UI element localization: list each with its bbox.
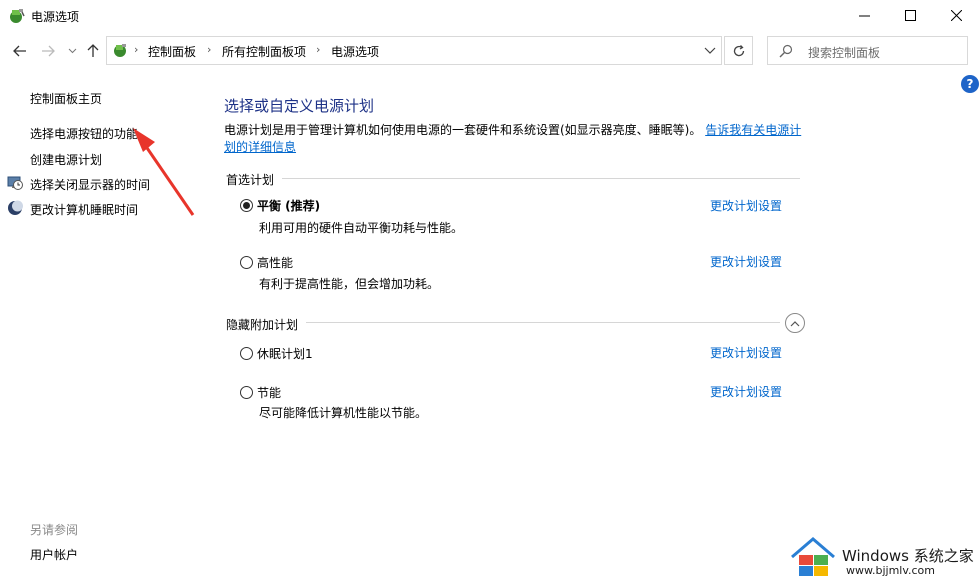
search-icon [779, 44, 793, 58]
sidebar-item-create-plan[interactable]: 创建电源计划 [30, 151, 102, 168]
breadcrumb-all-items[interactable]: 所有控制面板项 [222, 43, 306, 60]
plan-name-high-performance[interactable]: 高性能 [257, 254, 293, 271]
chevron-down-icon[interactable] [703, 45, 717, 57]
collapse-button[interactable] [785, 313, 805, 333]
arrow-right-icon [42, 45, 55, 57]
change-plan-settings-link[interactable]: 更改计划设置 [710, 383, 782, 400]
sidebar-item-power-button[interactable]: 选择电源按钮的功能 [30, 125, 138, 142]
minimize-button[interactable] [841, 0, 887, 31]
breadcrumb-separator: › [207, 43, 212, 56]
watermark-url: www.bjjmlv.com [846, 564, 935, 577]
breadcrumb-control-panel[interactable]: 控制面板 [148, 43, 196, 60]
address-bar[interactable]: › 控制面板 › 所有控制面板项 › 电源选项 [106, 36, 722, 65]
annotation-arrow-icon [133, 128, 195, 216]
section-divider [282, 178, 800, 179]
refresh-button[interactable] [724, 36, 753, 65]
help-button[interactable]: ? [961, 75, 979, 93]
intro-description: 电源计划是用于管理计算机如何使用电源的一套硬件和系统设置(如显示器亮度、睡眠等)… [224, 123, 702, 137]
moon-icon [8, 200, 23, 215]
plan-desc-balanced: 利用可用的硬件自动平衡功耗与性能。 [259, 221, 464, 235]
intro-text: 电源计划是用于管理计算机如何使用电源的一套硬件和系统设置(如显示器亮度、睡眠等)… [224, 122, 804, 156]
change-plan-settings-link[interactable]: 更改计划设置 [710, 197, 782, 214]
change-plan-settings-link[interactable]: 更改计划设置 [710, 344, 782, 361]
power-options-icon [10, 9, 25, 23]
chevron-down-icon [68, 48, 76, 54]
breadcrumb-separator: › [316, 43, 321, 56]
maximize-button[interactable] [887, 0, 933, 31]
monitor-clock-icon [7, 176, 23, 190]
arrow-left-icon [13, 45, 26, 57]
page-title: 选择或自定义电源计划 [224, 97, 375, 115]
up-button[interactable] [83, 41, 103, 61]
see-also-heading: 另请参阅 [30, 523, 79, 537]
minimize-icon [858, 15, 870, 17]
title-bar: 电源选项 [0, 0, 979, 32]
sidebar-home-link[interactable]: 控制面板主页 [30, 90, 102, 107]
watermark-logo-icon [791, 537, 835, 576]
close-icon [950, 10, 962, 21]
forward-button[interactable] [38, 41, 58, 61]
watermark-brand: Windows 系统之家 [842, 547, 974, 565]
back-button[interactable] [10, 41, 30, 61]
breadcrumb-separator: › [134, 43, 139, 56]
plan-radio-hibernate[interactable] [240, 347, 253, 360]
sidebar-item-sleep-time[interactable]: 更改计算机睡眠时间 [30, 201, 138, 218]
plan-name-hibernate[interactable]: 休眠计划1 [257, 345, 313, 362]
change-plan-settings-link[interactable]: 更改计划设置 [710, 253, 782, 270]
plan-radio-high-performance[interactable] [240, 256, 253, 269]
plan-radio-balanced[interactable] [240, 199, 253, 212]
plan-radio-power-saver[interactable] [240, 386, 253, 399]
plan-desc-power-saver: 尽可能降低计算机性能以节能。 [259, 406, 428, 420]
breadcrumb-power-options[interactable]: 电源选项 [331, 43, 379, 60]
preferred-plans-heading: 首选计划 [226, 173, 275, 187]
recent-locations-button[interactable] [62, 41, 82, 61]
search-box[interactable]: 搜索控制面板 [767, 36, 968, 65]
hidden-plans-heading: 隐藏附加计划 [226, 318, 299, 332]
search-placeholder: 搜索控制面板 [808, 46, 881, 60]
window-title: 电源选项 [31, 10, 80, 24]
control-panel-icon [114, 44, 126, 57]
refresh-icon [733, 44, 744, 56]
plan-desc-high-performance: 有利于提高性能，但会增加功耗。 [259, 277, 440, 291]
chevron-up-icon [790, 320, 800, 326]
plan-name-balanced[interactable]: 平衡 (推荐) [257, 197, 320, 214]
close-button[interactable] [933, 0, 979, 31]
sidebar-item-user-accounts[interactable]: 用户帐户 [30, 546, 78, 563]
plan-name-power-saver[interactable]: 节能 [257, 384, 281, 401]
maximize-icon [904, 10, 916, 21]
section-divider [306, 322, 780, 323]
arrow-up-icon [87, 44, 99, 57]
